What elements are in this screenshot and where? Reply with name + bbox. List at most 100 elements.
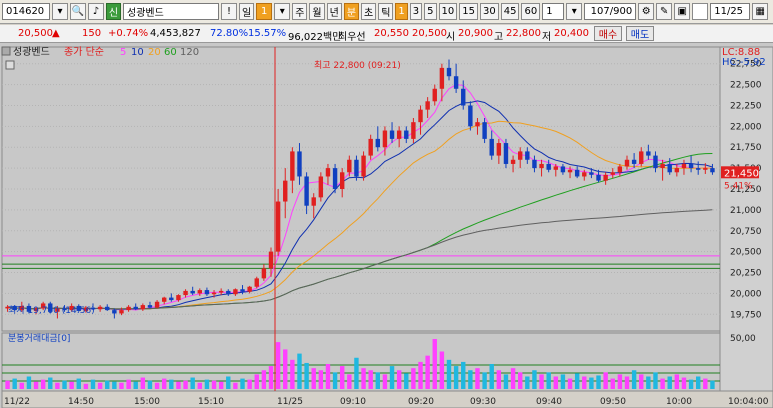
- period-week-button[interactable]: 주: [292, 3, 308, 20]
- volume-bar: [446, 359, 452, 389]
- alert-button[interactable]: !: [221, 3, 237, 20]
- candle-body: [532, 159, 537, 169]
- volume-bar: [425, 355, 430, 389]
- volume-bar: [596, 375, 601, 389]
- volume-bar: [55, 382, 60, 389]
- interval-30-button[interactable]: 30: [480, 3, 499, 20]
- interval-45-button[interactable]: 45: [500, 3, 520, 20]
- volume-bar: [461, 361, 466, 389]
- sell-button[interactable]: 매도: [626, 26, 654, 41]
- interval-select[interactable]: 1: [542, 3, 565, 20]
- candle-body: [140, 305, 146, 310]
- candle-body: [318, 176, 324, 198]
- high-marker-label: 최고 22,800 (09:21): [314, 60, 401, 71]
- volume-bar: [325, 364, 331, 389]
- period-year-button[interactable]: 년: [326, 3, 342, 20]
- code-dropdown-button[interactable]: ▾: [52, 3, 68, 20]
- speaker-icon[interactable]: ♪: [88, 3, 104, 20]
- period-day-button[interactable]: 일: [239, 3, 255, 20]
- candle-body: [304, 176, 309, 206]
- calendar-icon[interactable]: ▦: [752, 3, 769, 20]
- time-axis-current: 10:04:00: [728, 397, 769, 407]
- interval-dropdown-button[interactable]: ▾: [566, 3, 583, 20]
- pane-menu-icon[interactable]: [1, 46, 11, 56]
- date-checkbox[interactable]: [692, 3, 709, 20]
- volume-bar: [83, 383, 89, 389]
- candle-body: [439, 67, 445, 89]
- candle-body: [525, 151, 530, 160]
- high-price: 22,800: [506, 28, 541, 39]
- candle-body: [133, 306, 138, 310]
- y-tick-label: 20,000: [730, 289, 762, 299]
- volume-bar: [468, 370, 473, 389]
- grid-toggle-icon[interactable]: [5, 60, 15, 70]
- candle-body: [126, 306, 131, 311]
- save-icon[interactable]: ▣: [674, 3, 691, 20]
- candle-body: [475, 122, 480, 127]
- candle-body: [574, 169, 580, 177]
- candle-body: [489, 138, 494, 156]
- interval-3-button[interactable]: 3: [409, 3, 423, 20]
- volume-bar: [525, 376, 530, 389]
- volume-bar: [368, 370, 373, 389]
- volume-bar: [176, 381, 181, 389]
- interval-60-button[interactable]: 60: [521, 3, 541, 20]
- x-tick-label: 09:30: [470, 397, 496, 407]
- settings-icon[interactable]: ✎: [656, 3, 673, 20]
- candle-body: [211, 292, 217, 295]
- date-field[interactable]: 11/25: [710, 3, 751, 20]
- candle-body: [660, 163, 665, 169]
- volume-bar: [646, 376, 651, 389]
- volume-bar: [639, 374, 644, 389]
- period-minute-button[interactable]: 분: [343, 3, 360, 20]
- volume: 4,453,827: [150, 28, 201, 39]
- stock-code-input[interactable]: 014620: [2, 3, 50, 20]
- candle-body: [674, 168, 680, 173]
- volume-bar: [631, 370, 637, 389]
- candle-body: [446, 67, 452, 77]
- period-month-button[interactable]: 월: [309, 3, 325, 20]
- candle-body: [176, 295, 181, 301]
- legend-ma120: 120: [180, 47, 199, 58]
- period-count-button[interactable]: 1: [256, 3, 273, 20]
- candle-body: [567, 169, 573, 173]
- candle-body: [161, 297, 167, 302]
- candle-body: [283, 180, 288, 202]
- volume-bar: [375, 372, 381, 389]
- candle-body: [688, 163, 694, 169]
- interval-10-button[interactable]: 10: [438, 3, 458, 20]
- candle-body: [432, 88, 437, 102]
- candle-body: [368, 138, 373, 156]
- volume-bar: [589, 377, 594, 389]
- candle-body: [375, 138, 381, 148]
- volume-bar: [688, 379, 694, 389]
- volume-bar: [653, 372, 658, 389]
- open-price: 20,900: [458, 28, 493, 39]
- period-second-button[interactable]: 초: [361, 3, 377, 20]
- low-price: 20,400: [554, 28, 589, 39]
- low-label: 저: [542, 32, 552, 43]
- buy-button[interactable]: 매수: [594, 26, 622, 41]
- volume-bar: [5, 380, 10, 389]
- chart-area[interactable]: 19,750 20,000 20,250 20,500 20,750 21,000 21,2…: [0, 43, 773, 408]
- candle-body: [482, 122, 487, 139]
- x-tick-label: 09:50: [600, 397, 626, 407]
- interval-15-button[interactable]: 15: [459, 3, 479, 20]
- chart-svg[interactable]: 19,75020,00020,25020,50020,75021,00021,2…: [0, 43, 773, 408]
- volume-bar: [332, 372, 338, 389]
- period-dropdown-button[interactable]: ▾: [274, 3, 291, 20]
- candle-body: [503, 143, 509, 164]
- volume-bar: [197, 382, 203, 389]
- interval-5-button[interactable]: 5: [424, 3, 437, 20]
- open-label: 시: [446, 32, 456, 43]
- interval-1-button[interactable]: 1: [395, 3, 408, 20]
- period-tick-button[interactable]: 틱: [378, 3, 394, 20]
- candle-body: [183, 290, 188, 296]
- volume-bar: [432, 339, 437, 389]
- volume-bar: [681, 377, 687, 389]
- tools-icon[interactable]: ⚙: [638, 3, 655, 20]
- search-icon[interactable]: 🔍: [70, 3, 86, 20]
- data-count-field[interactable]: 107/900: [584, 3, 637, 20]
- candle-body: [589, 172, 594, 175]
- volume-bar: [204, 379, 210, 389]
